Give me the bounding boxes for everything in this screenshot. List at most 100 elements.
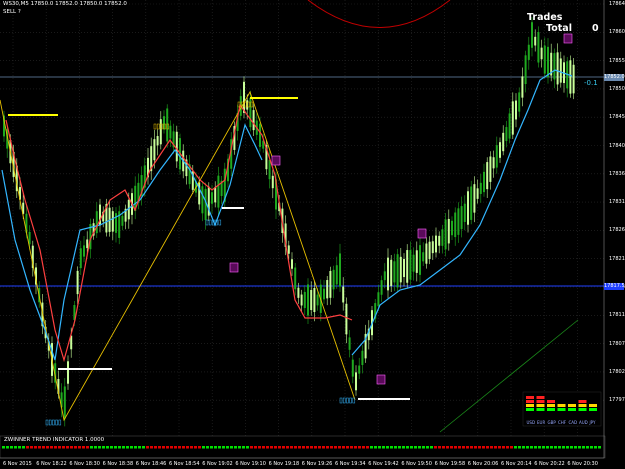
candle-body xyxy=(547,46,549,78)
indicator-cell xyxy=(210,446,213,449)
indicator-cell xyxy=(278,446,281,449)
candle-body xyxy=(214,187,217,203)
candle-body xyxy=(300,294,303,306)
arrow-marker xyxy=(48,419,52,426)
candle-body xyxy=(79,248,82,269)
indicator-cell xyxy=(434,446,437,449)
indicator-cell xyxy=(94,446,97,449)
time-tick-label: 6 Nov 2015 xyxy=(3,461,32,467)
candle-body xyxy=(86,239,89,249)
indicator-cell xyxy=(230,446,233,449)
candle-body xyxy=(540,47,543,60)
candle-body xyxy=(393,261,396,283)
candle-body xyxy=(345,303,348,335)
indicator-cell xyxy=(70,446,73,449)
currency-label: JPY xyxy=(589,420,596,425)
indicator-cell xyxy=(454,446,457,449)
indicator-cell xyxy=(58,446,61,449)
indicator-cell xyxy=(398,446,401,449)
time-tick-label: 6 Nov 20:14 xyxy=(501,461,532,467)
indicator-cell xyxy=(10,446,13,449)
indicator-cell xyxy=(274,446,277,449)
time-tick-label: 6 Nov 19:50 xyxy=(401,461,432,467)
indicator-cell xyxy=(154,446,157,449)
indicator-cell xyxy=(530,446,533,449)
indicator-cell xyxy=(470,446,473,449)
indicator-cell xyxy=(214,446,217,449)
candle-body xyxy=(303,291,306,309)
candle-body xyxy=(326,280,329,299)
indicator-cell xyxy=(422,446,425,449)
candle-body xyxy=(169,125,172,139)
total-value: 0 xyxy=(592,23,599,34)
currency-label: CHF xyxy=(558,420,567,425)
meter-bar xyxy=(536,400,545,403)
candle-body xyxy=(457,208,460,235)
candle-body xyxy=(537,32,540,63)
candle-body xyxy=(166,108,169,142)
price-tick-label: 17850.5 xyxy=(609,85,625,92)
currency-label: GBP xyxy=(547,420,556,425)
indicator-cell xyxy=(282,446,285,449)
candle-body xyxy=(67,361,69,384)
indicator-cell xyxy=(242,446,245,449)
indicator-cell xyxy=(554,446,557,449)
meter-bar xyxy=(526,404,534,407)
indicator-cell xyxy=(262,446,265,449)
candle-body xyxy=(502,132,505,152)
candle-body xyxy=(297,287,300,298)
indicator-cell xyxy=(538,446,541,449)
candle-body xyxy=(470,186,473,220)
price-chart-canvas[interactable] xyxy=(0,0,625,469)
candle-body xyxy=(211,192,213,204)
indicator-cell xyxy=(574,446,577,449)
arrow-marker xyxy=(339,397,343,404)
indicator-cell xyxy=(394,446,397,449)
candle-body xyxy=(323,288,325,300)
candle-body xyxy=(252,110,255,131)
indicator-cell xyxy=(558,446,561,449)
arrow-marker xyxy=(55,419,58,426)
indicator-cell xyxy=(550,446,553,449)
price-tick-label: 17797.0 xyxy=(609,397,625,404)
indicator-cell xyxy=(42,446,45,449)
indicator-cell xyxy=(466,446,469,449)
candle-body xyxy=(313,288,316,312)
indicator-cell xyxy=(430,446,433,449)
time-tick-label: 6 Nov 18:54 xyxy=(169,461,200,467)
indicator-cell xyxy=(506,446,509,449)
indicator-cell xyxy=(590,446,593,449)
indicator-cell xyxy=(482,446,485,449)
indicator-cell xyxy=(490,446,493,449)
candle-body xyxy=(271,175,274,189)
meter-bar xyxy=(536,396,545,399)
time-tick-label: 6 Nov 18:30 xyxy=(69,461,100,467)
time-tick-label: 6 Nov 18:22 xyxy=(36,461,67,467)
indicator-cell xyxy=(146,446,149,449)
time-tick-label: 6 Nov 19:58 xyxy=(434,461,466,467)
candle-body xyxy=(515,100,517,120)
indicator-cell xyxy=(106,446,109,449)
indicator-cell xyxy=(370,446,373,449)
indicator-cell xyxy=(114,446,117,449)
candle-body xyxy=(111,211,114,232)
candle-body xyxy=(419,245,421,275)
indicator-cell xyxy=(218,446,221,449)
candle-body xyxy=(121,215,124,226)
indicator-cell xyxy=(582,446,585,449)
candle-body xyxy=(163,116,165,130)
time-tick-label: 6 Nov 20:06 xyxy=(467,461,499,467)
arrow-marker xyxy=(153,123,157,130)
indicator-cell xyxy=(594,446,597,449)
candle-body xyxy=(329,270,332,298)
price-tick-label: 17821.5 xyxy=(609,255,625,262)
time-tick-label: 6 Nov 18:38 xyxy=(102,461,134,467)
candle-body xyxy=(409,250,412,280)
indicator-cell xyxy=(50,446,53,449)
meter-bar xyxy=(578,408,587,411)
meter-bar xyxy=(547,408,555,411)
candle-body xyxy=(508,113,511,139)
price-tick-label: 17860.0 xyxy=(609,29,625,36)
indicator-cell xyxy=(102,446,105,449)
candle-body xyxy=(559,58,562,83)
